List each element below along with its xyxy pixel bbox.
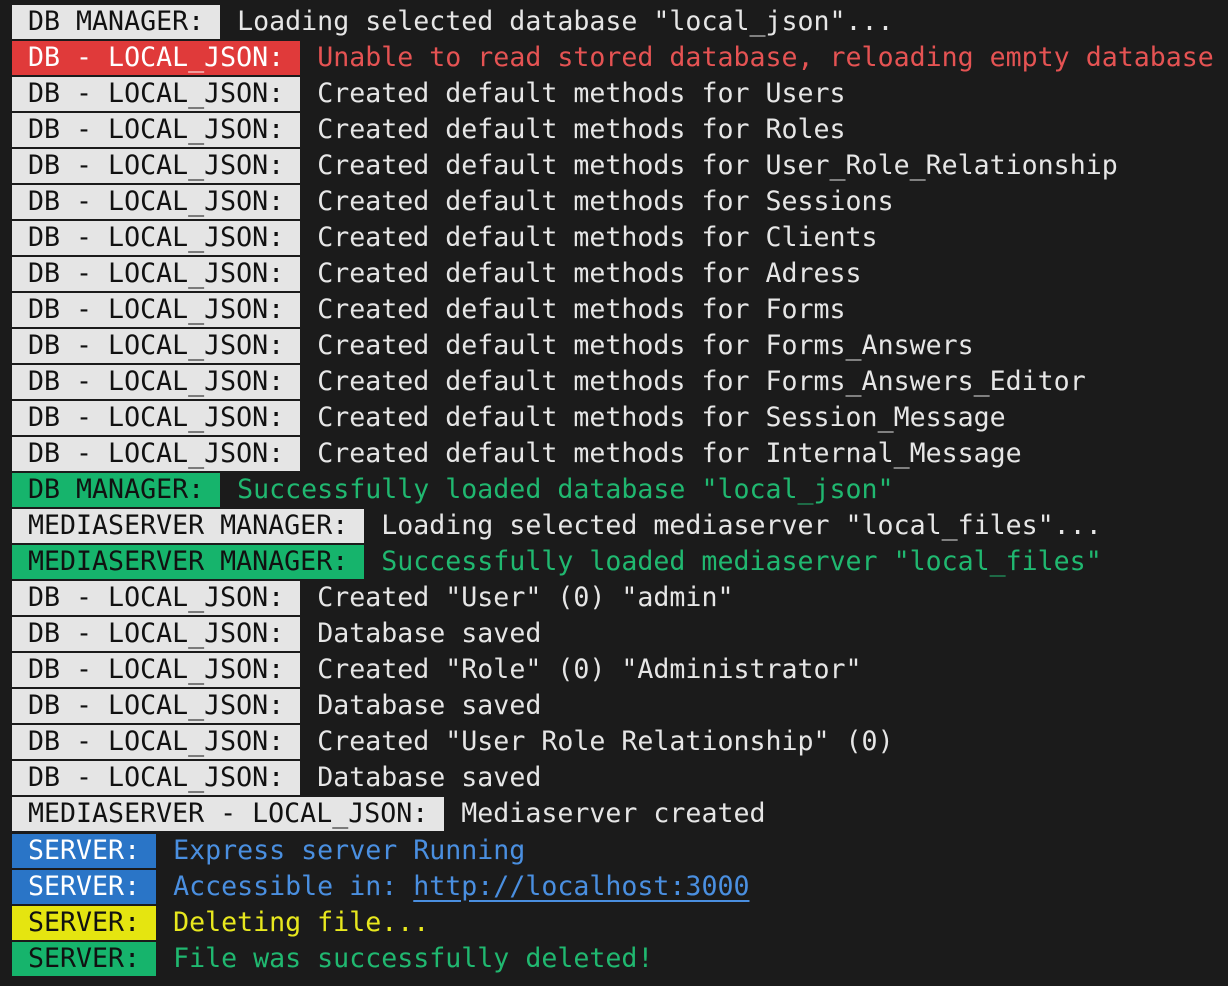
log-message: Mediaserver created — [461, 798, 766, 829]
log-message: Created "User Role Relationship" (0) — [317, 726, 894, 757]
log-message: Created default methods for Forms — [317, 294, 846, 325]
log-tag: DB - LOCAL_JSON: — [12, 113, 301, 147]
log-tag: DB - LOCAL_JSON: — [12, 149, 301, 183]
log-message: Created default methods for Sessions — [317, 186, 894, 217]
log-tag: SERVER: — [12, 834, 157, 868]
log-tag: DB - LOCAL_JSON: — [12, 689, 301, 723]
log-line: DB - LOCAL_JSON: Created default methods … — [12, 365, 1086, 399]
log-line: DB - LOCAL_JSON: Created default methods … — [12, 329, 974, 363]
log-message: Created "User" (0) "admin" — [317, 582, 734, 613]
log-line: MEDIASERVER MANAGER: Loading selected med… — [12, 509, 1102, 543]
log-line: DB - LOCAL_JSON: Database saved — [12, 689, 541, 723]
log-tag: MEDIASERVER MANAGER: — [12, 509, 365, 543]
log-line: DB - LOCAL_JSON: Created "User Role Relat… — [12, 725, 894, 759]
log-message: Deleting file... — [173, 907, 430, 938]
log-line: SERVER: Accessible in: http://localhost:3… — [12, 870, 749, 904]
log-line: SERVER: Express server Running — [12, 834, 525, 868]
log-tag: DB - LOCAL_JSON: — [12, 365, 301, 399]
log-message: Created default methods for Forms_Answer… — [317, 330, 974, 361]
log-tag: DB - LOCAL_JSON: — [12, 761, 301, 795]
log-tag: SERVER: — [12, 870, 157, 904]
log-tag: DB - LOCAL_JSON: — [12, 221, 301, 255]
log-tag: MEDIASERVER MANAGER: — [12, 545, 365, 579]
log-tag: DB - LOCAL_JSON: — [12, 401, 301, 435]
log-tag: DB - LOCAL_JSON: — [12, 581, 301, 615]
log-line: SERVER: File was successfully deleted! — [12, 942, 653, 976]
log-line: DB - LOCAL_JSON: Created default methods … — [12, 149, 1118, 183]
log-line: MEDIASERVER MANAGER: Successfully loaded … — [12, 545, 1102, 579]
log-message: Accessible in: http://localhost:3000 — [156, 870, 749, 904]
log-line: DB - LOCAL_JSON: Created default methods … — [12, 221, 878, 255]
log-tag: DB - LOCAL_JSON: — [12, 329, 301, 363]
log-tag: MEDIASERVER - LOCAL_JSON: — [12, 797, 445, 831]
log-line: DB - LOCAL_JSON: Created default methods … — [12, 77, 846, 111]
log-tag: DB - LOCAL_JSON: — [12, 293, 301, 327]
log-line: SERVER: Deleting file... — [12, 906, 429, 940]
log-message: Created default methods for Forms_Answer… — [317, 366, 1086, 397]
log-message: Created default methods for Adress — [317, 258, 862, 289]
log-message: Database saved — [317, 690, 542, 721]
log-tag: DB - LOCAL_JSON: — [12, 653, 301, 687]
log-line: DB MANAGER: Loading selected database "lo… — [12, 5, 894, 39]
clipped-previous-line — [0, 0, 1228, 2]
log-message: Loading selected mediaserver "local_file… — [381, 510, 1102, 541]
log-message: Successfully loaded mediaserver "local_f… — [381, 546, 1102, 577]
log-tag: SERVER: — [12, 906, 157, 940]
log-tag: DB - LOCAL_JSON: — [12, 437, 301, 471]
log-line: DB - LOCAL_JSON: Created default methods … — [12, 437, 1022, 471]
log-line: DB - LOCAL_JSON: Created default methods … — [12, 185, 894, 219]
log-message: Successfully loaded database "local_json… — [237, 474, 894, 505]
log-message: Unable to read stored database, reloadin… — [317, 42, 1214, 73]
log-message: File was successfully deleted! — [173, 943, 654, 974]
log-message: Created default methods for Clients — [317, 222, 878, 253]
log-tag: DB - LOCAL_JSON: — [12, 41, 301, 75]
log-line: DB - LOCAL_JSON: Created default methods … — [12, 293, 846, 327]
log-tag: DB - LOCAL_JSON: — [12, 185, 301, 219]
log-line: DB MANAGER: Successfully loaded database … — [12, 473, 894, 507]
log-message: Created "Role" (0) "Administrator" — [317, 654, 862, 685]
log-line: DB - LOCAL_JSON: Created default methods … — [12, 113, 846, 147]
log-tag: DB - LOCAL_JSON: — [12, 725, 301, 759]
log-line: DB - LOCAL_JSON: Database saved — [12, 617, 541, 651]
log-message: Loading selected database "local_json"..… — [237, 6, 894, 37]
log-message: Created default methods for Session_Mess… — [317, 402, 1006, 433]
log-message: Created default methods for Users — [317, 78, 846, 109]
log-line: DB - LOCAL_JSON: Created "Role" (0) "Admi… — [12, 653, 862, 687]
log-tag: DB MANAGER: — [12, 5, 221, 39]
log-tag: DB - LOCAL_JSON: — [12, 617, 301, 651]
log-message-text: Accessible in: — [173, 871, 414, 902]
log-message: Created default methods for Internal_Mes… — [317, 438, 1022, 469]
log-line: DB - LOCAL_JSON: Unable to read stored da… — [12, 41, 1214, 75]
log-message: Created default methods for User_Role_Re… — [317, 150, 1118, 181]
log-line: DB - LOCAL_JSON: Created default methods … — [12, 257, 862, 291]
log-tag: DB - LOCAL_JSON: — [12, 77, 301, 111]
log-message: Express server Running — [173, 835, 526, 866]
localhost-link[interactable]: http://localhost:3000 — [413, 871, 749, 902]
log-line: DB - LOCAL_JSON: Database saved — [12, 761, 541, 795]
log-tag: DB - LOCAL_JSON: — [12, 257, 301, 291]
log-message: Created default methods for Roles — [317, 114, 846, 145]
log-line: DB - LOCAL_JSON: Created "User" (0) "admi… — [12, 581, 733, 615]
log-tag: SERVER: — [12, 942, 157, 976]
log-line: MEDIASERVER - LOCAL_JSON: Mediaserver cre… — [12, 797, 766, 831]
log-line: DB - LOCAL_JSON: Created default methods … — [12, 401, 1006, 435]
terminal-output: DB MANAGER: Loading selected database "lo… — [0, 0, 1228, 986]
log-message: Database saved — [317, 618, 542, 649]
log-tag: DB MANAGER: — [12, 473, 221, 507]
log-message: Database saved — [317, 762, 542, 793]
